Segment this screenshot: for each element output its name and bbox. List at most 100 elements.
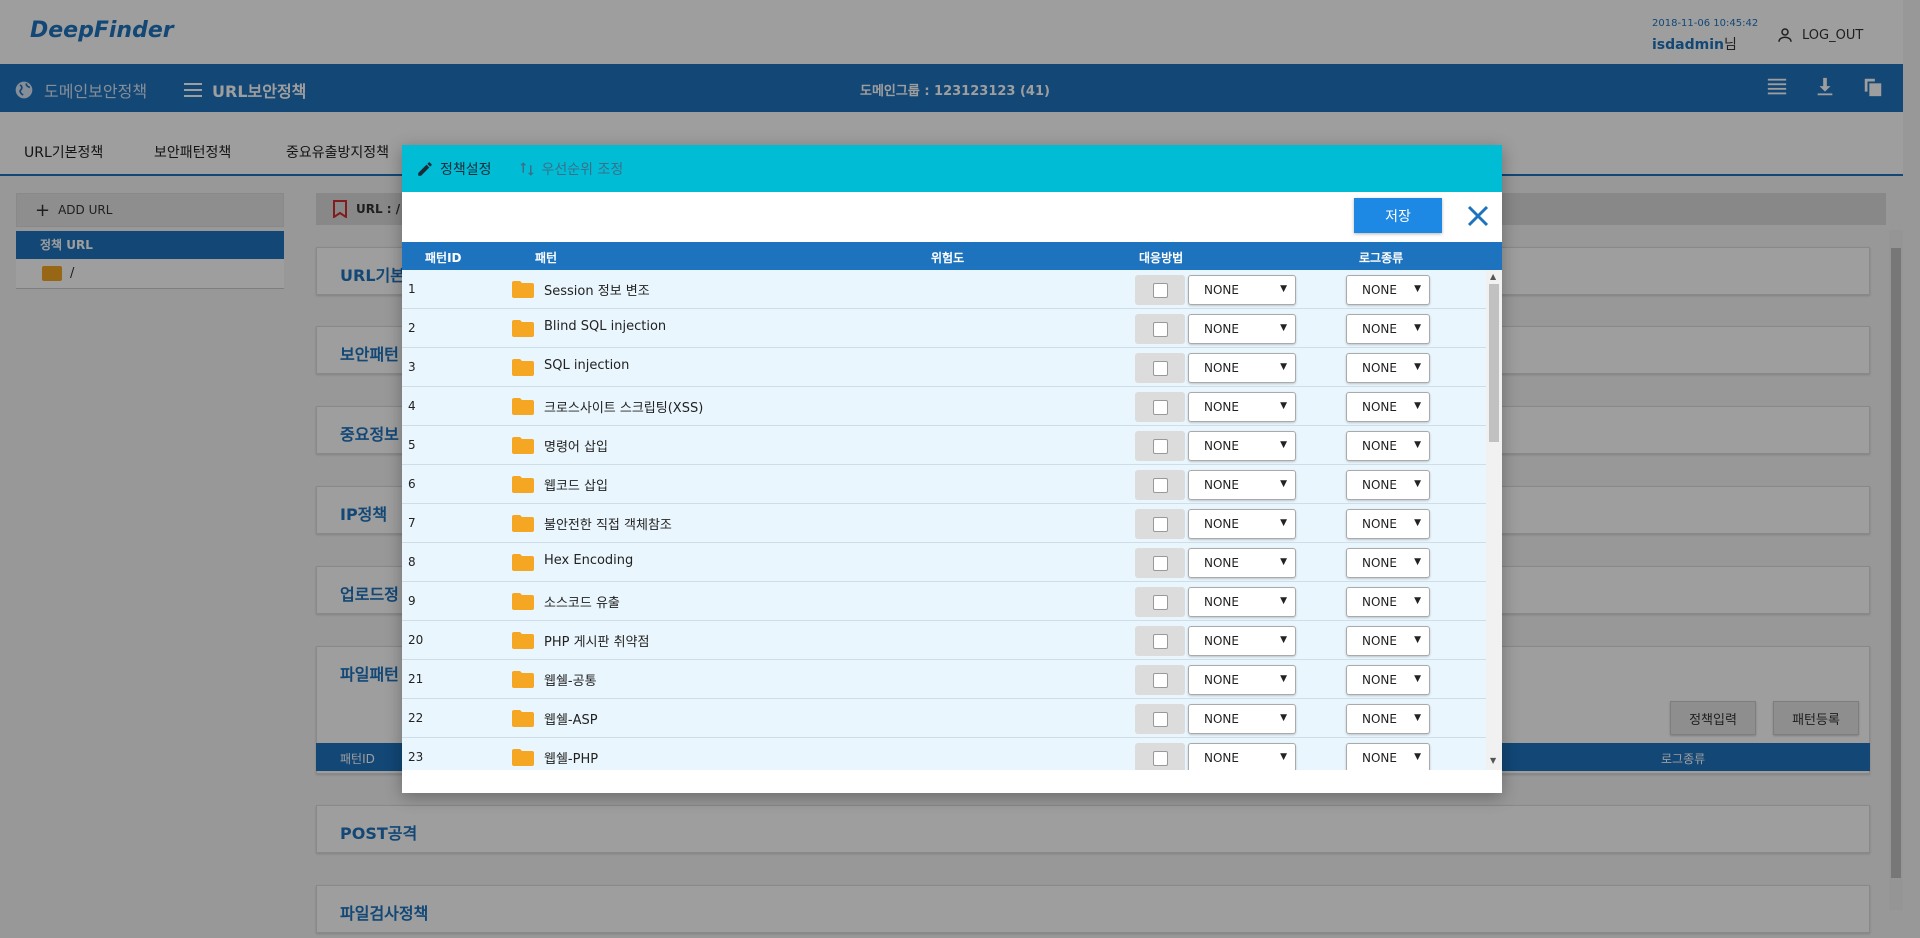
pattern-name[interactable]: Blind SQL injection (544, 319, 666, 334)
scroll-up-icon[interactable]: ▲ (1490, 272, 1496, 281)
pattern-name[interactable]: 웹쉘-ASP (544, 709, 598, 728)
pattern-id: 4 (408, 399, 416, 413)
action-select[interactable]: NONE ▼ (1188, 353, 1296, 383)
row-checkbox-cell (1135, 665, 1185, 695)
folder-icon (512, 632, 534, 649)
log-type-select[interactable]: NONE ▼ (1346, 743, 1430, 770)
table-row[interactable]: 1 Session 정보 변조 NONE ▼ NONE ▼ (402, 270, 1486, 309)
folder-icon (512, 749, 534, 766)
table-row[interactable]: 6 웹코드 삽입 NONE ▼ NONE ▼ (402, 465, 1486, 504)
row-checkbox[interactable] (1152, 516, 1168, 532)
log-type-select[interactable]: NONE ▼ (1346, 353, 1430, 383)
tab-priority-adjust[interactable]: 우선순위 조정 (518, 159, 623, 179)
pattern-name[interactable]: Hex Encoding (544, 553, 633, 568)
row-checkbox[interactable] (1152, 672, 1168, 688)
row-checkbox[interactable] (1152, 555, 1168, 571)
pattern-name[interactable]: 불안전한 직접 객체참조 (544, 514, 672, 533)
row-checkbox-cell (1135, 470, 1185, 500)
action-select[interactable]: NONE ▼ (1188, 587, 1296, 617)
log-type-select-value: NONE (1362, 517, 1397, 531)
action-select[interactable]: NONE ▼ (1188, 431, 1296, 461)
pattern-name[interactable]: 웹쉘-PHP (544, 748, 598, 767)
action-select[interactable]: NONE ▼ (1188, 665, 1296, 695)
log-type-select[interactable]: NONE ▼ (1346, 470, 1430, 500)
action-select[interactable]: NONE ▼ (1188, 392, 1296, 422)
table-row[interactable]: 23 웹쉘-PHP NONE ▼ NONE ▼ (402, 738, 1486, 770)
pattern-name[interactable]: 웹코드 삽입 (544, 475, 608, 494)
action-select[interactable]: NONE ▼ (1188, 743, 1296, 770)
action-select[interactable]: NONE ▼ (1188, 314, 1296, 344)
tab-policy-settings[interactable]: 정책설정 (416, 159, 492, 179)
table-row[interactable]: 7 불안전한 직접 객체참조 NONE ▼ NONE ▼ (402, 504, 1486, 543)
pattern-name[interactable]: 웹쉘-공통 (544, 670, 597, 689)
pattern-id: 9 (408, 594, 416, 608)
folder-icon (512, 515, 534, 532)
log-type-select[interactable]: NONE ▼ (1346, 704, 1430, 734)
dropdown-arrow-icon: ▼ (1414, 557, 1421, 567)
log-type-select[interactable]: NONE ▼ (1346, 314, 1430, 344)
action-select[interactable]: NONE ▼ (1188, 509, 1296, 539)
log-type-select[interactable]: NONE ▼ (1346, 626, 1430, 656)
log-type-select-value: NONE (1362, 556, 1397, 570)
row-checkbox-cell (1135, 314, 1185, 344)
log-type-select[interactable]: NONE ▼ (1346, 548, 1430, 578)
table-row[interactable]: 3 SQL injection NONE ▼ NONE ▼ (402, 348, 1486, 387)
row-checkbox[interactable] (1152, 321, 1168, 337)
table-row[interactable]: 2 Blind SQL injection NONE ▼ NONE ▼ (402, 309, 1486, 348)
pattern-name[interactable]: SQL injection (544, 358, 629, 373)
sort-arrows-icon (519, 161, 534, 176)
row-checkbox[interactable] (1152, 360, 1168, 376)
folder-icon (512, 710, 534, 727)
table-row[interactable]: 4 크로스사이트 스크립팅(XSS) NONE ▼ NONE ▼ (402, 387, 1486, 426)
row-checkbox[interactable] (1152, 594, 1168, 610)
action-select[interactable]: NONE ▼ (1188, 470, 1296, 500)
row-checkbox-cell (1135, 743, 1185, 770)
pattern-id: 20 (408, 633, 424, 647)
log-type-select[interactable]: NONE ▼ (1346, 665, 1430, 695)
pattern-name[interactable]: 소스코드 유출 (544, 592, 620, 611)
dropdown-arrow-icon: ▼ (1414, 284, 1421, 294)
log-type-select[interactable]: NONE ▼ (1346, 275, 1430, 305)
row-checkbox[interactable] (1152, 750, 1168, 766)
pattern-name[interactable]: PHP 게시판 취약점 (544, 631, 649, 650)
action-select-value: NONE (1204, 517, 1239, 531)
action-select[interactable]: NONE ▼ (1188, 626, 1296, 656)
table-scrollbar-thumb[interactable] (1489, 284, 1499, 442)
log-type-select[interactable]: NONE ▼ (1346, 587, 1430, 617)
pattern-id: 23 (408, 750, 424, 764)
row-checkbox[interactable] (1152, 633, 1168, 649)
row-checkbox[interactable] (1152, 438, 1168, 454)
action-select[interactable]: NONE ▼ (1188, 548, 1296, 578)
log-type-select[interactable]: NONE ▼ (1346, 431, 1430, 461)
table-row[interactable]: 9 소스코드 유출 NONE ▼ NONE ▼ (402, 582, 1486, 621)
folder-icon (512, 554, 534, 571)
table-row[interactable]: 20 PHP 게시판 취약점 NONE ▼ NONE ▼ (402, 621, 1486, 660)
row-checkbox[interactable] (1152, 477, 1168, 493)
table-row[interactable]: 22 웹쉘-ASP NONE ▼ NONE ▼ (402, 699, 1486, 738)
row-checkbox[interactable] (1152, 711, 1168, 727)
pattern-name[interactable]: 크로스사이트 스크립팅(XSS) (544, 397, 703, 416)
log-type-select[interactable]: NONE ▼ (1346, 392, 1430, 422)
log-type-select-value: NONE (1362, 322, 1397, 336)
column-log-type: 로그종류 (1359, 251, 1404, 265)
table-row[interactable]: 8 Hex Encoding NONE ▼ NONE ▼ (402, 543, 1486, 582)
table-row[interactable]: 21 웹쉘-공통 NONE ▼ NONE ▼ (402, 660, 1486, 699)
row-checkbox-cell (1135, 431, 1185, 461)
log-type-select[interactable]: NONE ▼ (1346, 509, 1430, 539)
row-checkbox[interactable] (1152, 399, 1168, 415)
row-checkbox[interactable] (1152, 282, 1168, 298)
save-button[interactable]: 저장 (1354, 198, 1442, 233)
tab-policy-settings-label: 정책설정 (440, 161, 492, 178)
action-select-value: NONE (1204, 712, 1239, 726)
dropdown-arrow-icon: ▼ (1414, 752, 1421, 762)
pattern-name[interactable]: 명령어 삽입 (544, 436, 608, 455)
scroll-down-icon[interactable]: ▼ (1490, 756, 1496, 765)
pattern-name[interactable]: Session 정보 변조 (544, 280, 650, 299)
action-select[interactable]: NONE ▼ (1188, 275, 1296, 305)
dropdown-arrow-icon: ▼ (1414, 713, 1421, 723)
close-button[interactable] (1464, 202, 1492, 230)
dropdown-arrow-icon: ▼ (1414, 635, 1421, 645)
table-scrollbar[interactable]: ▲ ▼ (1486, 270, 1502, 770)
table-row[interactable]: 5 명령어 삽입 NONE ▼ NONE ▼ (402, 426, 1486, 465)
action-select[interactable]: NONE ▼ (1188, 704, 1296, 734)
